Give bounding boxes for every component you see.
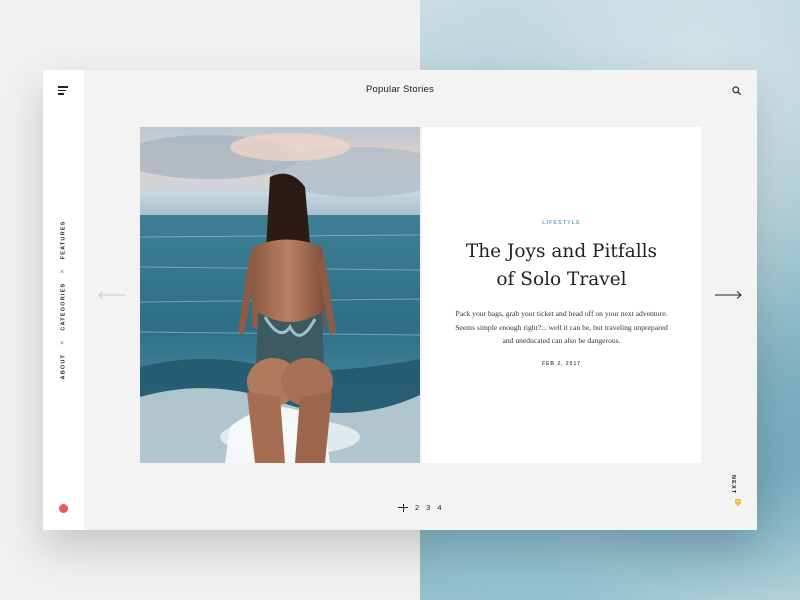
nav-item-categories[interactable]: CATEGORIES (60, 283, 66, 331)
arrow-left-icon[interactable] (98, 290, 126, 300)
arrow-right-icon[interactable] (714, 290, 742, 300)
pencil-icon[interactable] (733, 497, 743, 507)
category-label[interactable]: LIFESTYLE (422, 220, 701, 226)
story-card: ABOUT × CATEGORIES × FEATURES Popular St… (43, 70, 757, 530)
article-title-line: of Solo Travel (496, 269, 627, 290)
article-title-line: The Joys and Pitfalls (465, 241, 658, 262)
article-title[interactable]: The Joys and Pitfalls of Solo Travel (442, 238, 681, 294)
article-date: FEB 2, 2017 (541, 361, 582, 367)
page-link-4[interactable]: 4 (437, 503, 441, 512)
page-link-2[interactable]: 2 (415, 503, 419, 512)
excerpt-line: Pack your bags, grab your ticket and hea… (455, 309, 668, 318)
page-link-3[interactable]: 3 (426, 503, 430, 512)
page-title: Popular Stories (366, 84, 434, 95)
nav-separator: × (59, 268, 67, 274)
search-icon[interactable] (732, 86, 741, 95)
article-panel[interactable]: LIFESTYLE The Joys and Pitfalls of Solo … (422, 127, 701, 463)
red-dot-icon[interactable] (59, 504, 68, 513)
left-rail: ABOUT × CATEGORIES × FEATURES (43, 70, 84, 530)
nav-item-features[interactable]: FEATURES (60, 221, 66, 260)
excerpt-line: Seems simple enough right?... well it ca… (455, 322, 668, 332)
nav-separator: × (59, 339, 67, 345)
hero-image (140, 127, 420, 463)
beach-photo (140, 127, 420, 463)
nav-item-about[interactable]: ABOUT (60, 354, 66, 380)
side-nav: ABOUT × CATEGORIES × FEATURES (60, 221, 67, 380)
current-page-marker (398, 503, 408, 512)
pagination: 2 3 4 (398, 503, 442, 512)
excerpt-line: and uneducated can also be dangerous. (502, 336, 621, 346)
next-link[interactable]: NEXT (730, 475, 736, 494)
article-excerpt: Pack your bags, grab your ticket and hea… (436, 307, 687, 348)
